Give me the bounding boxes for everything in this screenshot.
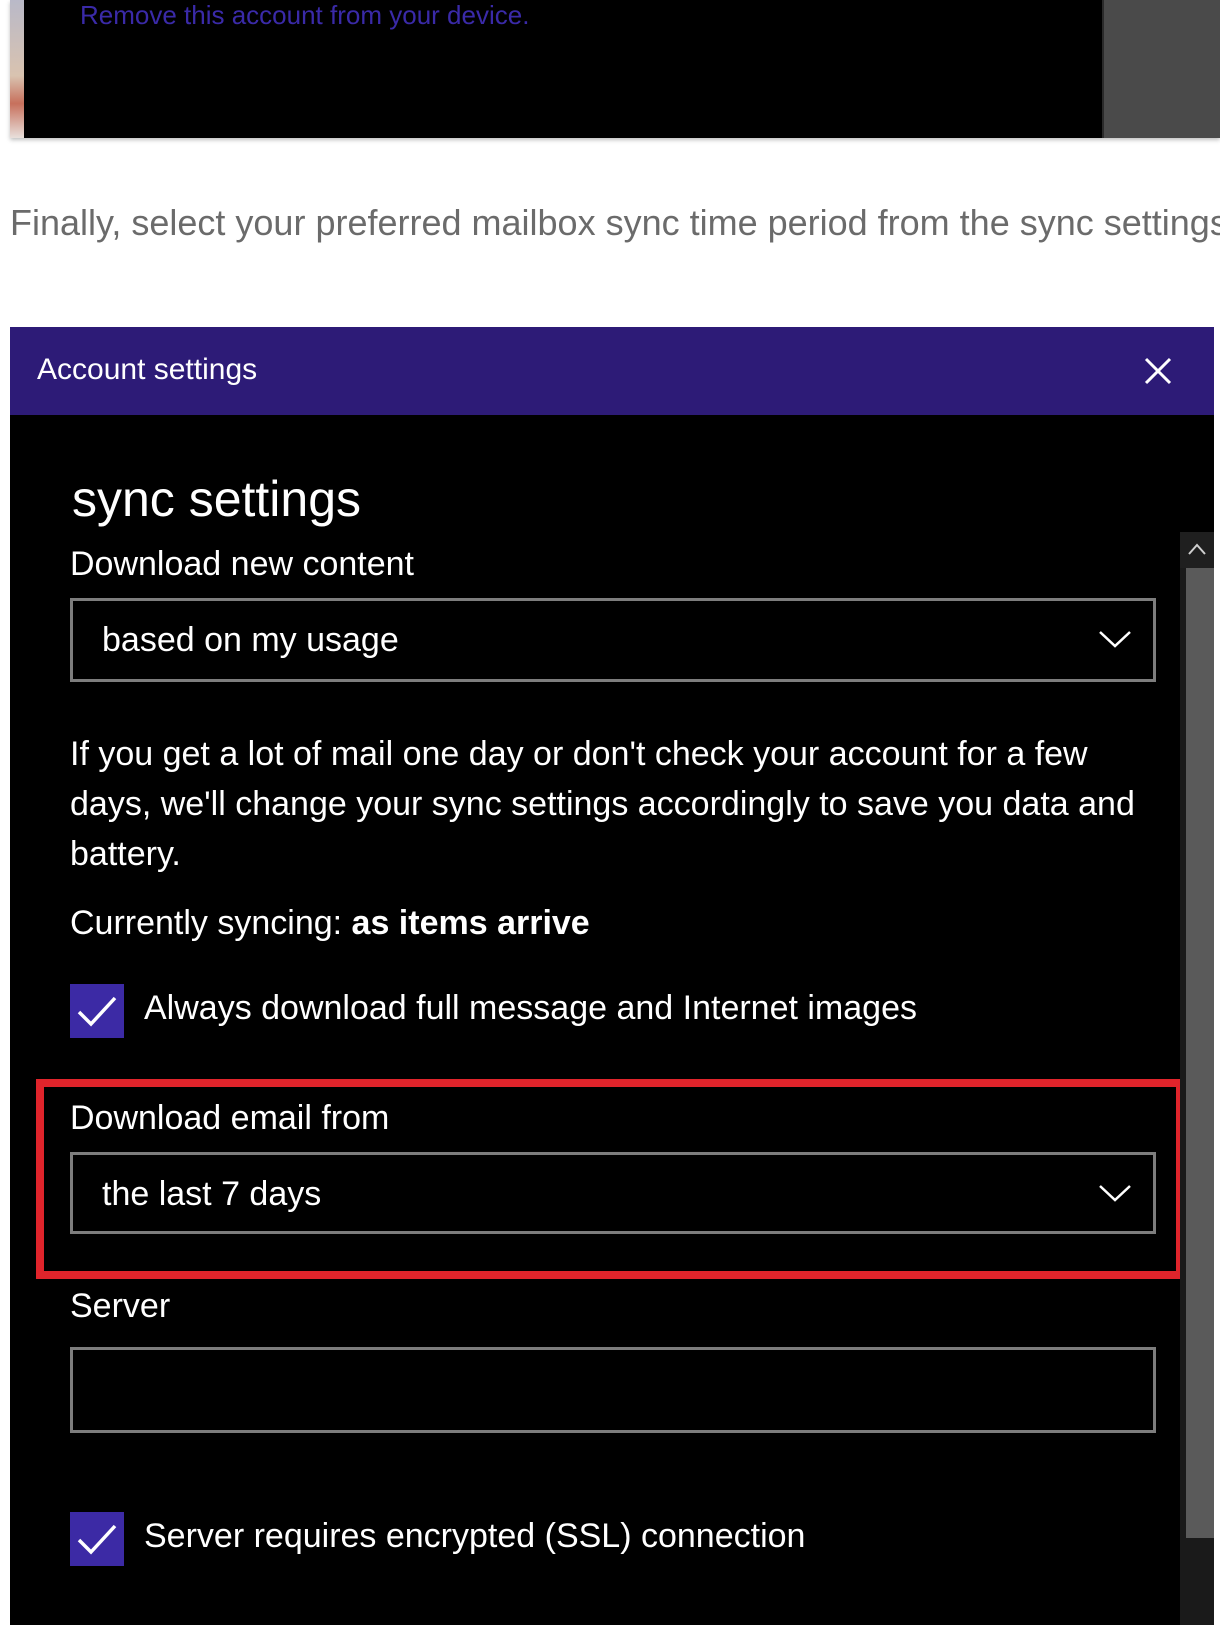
server-label: Server: [70, 1287, 171, 1325]
remove-account-link[interactable]: Remove this account from your device.: [80, 0, 529, 31]
previous-screenshot: Remove this account from your device.: [10, 0, 1220, 138]
account-settings-dialog: Account settings sync settings Download …: [10, 327, 1214, 1625]
scrollbar-thumb[interactable]: [1186, 568, 1214, 1538]
sync-description: If you get a lot of mail one day or don'…: [70, 735, 1135, 873]
currently-syncing-value: as items arrive: [351, 904, 590, 942]
dialog-title: Account settings: [37, 353, 258, 386]
download-email-from-label: Download email from: [70, 1099, 390, 1137]
download-email-from-select[interactable]: the last 7 days: [70, 1152, 1156, 1234]
download-new-content-select[interactable]: based on my usage: [70, 598, 1156, 682]
currently-syncing-prefix: Currently syncing:: [70, 904, 352, 942]
dialog-titlebar: Account settings: [10, 327, 1214, 415]
intro-text: Finally, select your preferred mailbox s…: [10, 202, 1220, 243]
screenshot-edge: [10, 0, 24, 138]
previous-dialog-scrollbar: [1102, 0, 1220, 138]
chevron-down-icon: [1099, 1185, 1131, 1202]
section-heading: sync settings: [72, 471, 362, 527]
server-input[interactable]: [70, 1347, 1156, 1433]
always-download-label: Always download full message and Interne…: [144, 989, 917, 1027]
chevron-up-icon: [1188, 543, 1206, 555]
close-icon[interactable]: [1138, 351, 1178, 391]
download-new-content-value: based on my usage: [102, 621, 399, 659]
ssl-label: Server requires encrypted (SSL) connecti…: [144, 1517, 806, 1555]
ssl-checkbox[interactable]: [70, 1512, 124, 1566]
checkmark-icon: [77, 1524, 117, 1555]
scroll-up-button[interactable]: [1180, 532, 1214, 568]
always-download-checkbox[interactable]: [70, 984, 124, 1038]
currently-syncing-text: Currently syncing: as items arrive: [70, 904, 590, 943]
download-email-from-value: the last 7 days: [102, 1175, 322, 1213]
checkmark-icon: [77, 996, 117, 1027]
download-new-content-label: Download new content: [70, 545, 415, 583]
chevron-down-icon: [1099, 631, 1131, 648]
